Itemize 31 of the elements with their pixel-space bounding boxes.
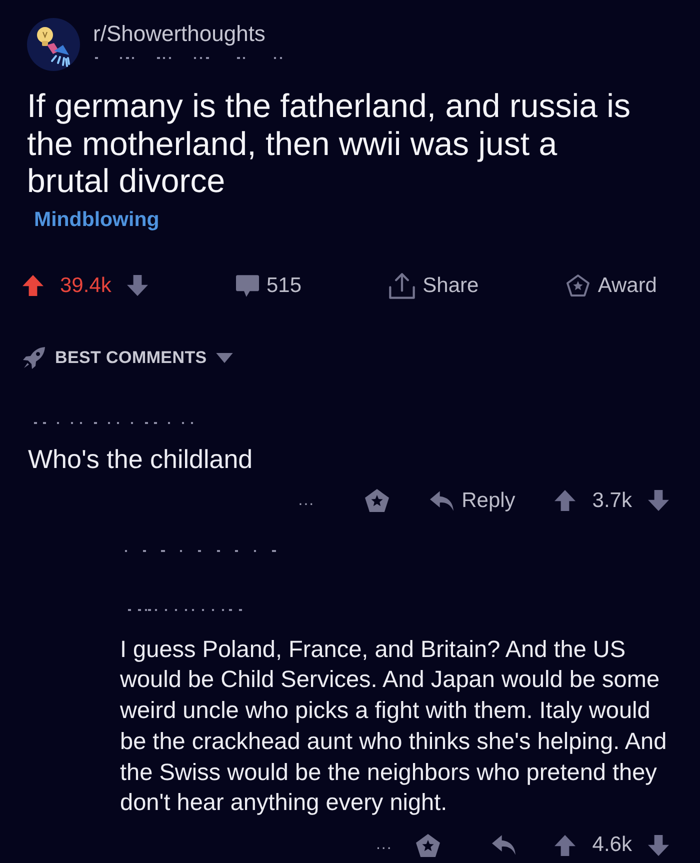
award-button[interactable]: Award bbox=[566, 274, 657, 298]
upvote-arrow-icon[interactable] bbox=[554, 834, 576, 856]
vote-count: 39.4k bbox=[60, 274, 112, 298]
sort-dropdown[interactable]: BEST COMMENTS bbox=[22, 346, 233, 370]
award-icon[interactable] bbox=[416, 834, 440, 857]
vote-count: 4.6k bbox=[592, 833, 632, 858]
downvote-arrow-icon[interactable] bbox=[127, 275, 148, 296]
award-icon bbox=[566, 274, 590, 297]
comment-icon bbox=[236, 274, 258, 296]
reply-button[interactable]: Reply bbox=[430, 488, 516, 512]
award-icon[interactable] bbox=[364, 489, 389, 512]
caret-down-icon bbox=[216, 352, 233, 362]
lightbulb-shower-icon bbox=[27, 18, 80, 71]
downvote-arrow-icon[interactable] bbox=[648, 834, 669, 856]
post-title: If germany is the fatherland, and russia is the motherland, then wwii was just a brutal divorce bbox=[27, 87, 632, 200]
upvote-arrow-icon[interactable] bbox=[554, 490, 576, 511]
more-options-button[interactable]: ... bbox=[376, 836, 392, 854]
downvote-arrow-icon[interactable] bbox=[648, 490, 669, 511]
upvote-arrow-icon[interactable] bbox=[22, 275, 44, 296]
comment-text: I guess Poland, France, and Britain? And the US would be Child Services. And Japan would be some weird uncle who picks a fight with them. Italy would be the crackhead aunt who thinks she's helping. And the Swiss would be the neighbors who pretend they don't hear anything every night. bbox=[120, 634, 668, 818]
subreddit-link[interactable]: r/Showerthoughts bbox=[93, 21, 288, 47]
post-flair: Mindblowing bbox=[34, 206, 160, 232]
comment-text: Who's the childland bbox=[28, 444, 254, 474]
vote-count: 3.7k bbox=[592, 488, 632, 512]
share-button[interactable]: Share bbox=[388, 272, 479, 298]
rocket-icon bbox=[22, 346, 46, 370]
reply-arrow-icon[interactable] bbox=[492, 835, 516, 856]
more-options-button[interactable]: ... bbox=[298, 492, 315, 510]
share-icon bbox=[388, 272, 415, 298]
reply-arrow-icon bbox=[430, 490, 454, 510]
comments-button[interactable]: 515 bbox=[236, 274, 302, 298]
